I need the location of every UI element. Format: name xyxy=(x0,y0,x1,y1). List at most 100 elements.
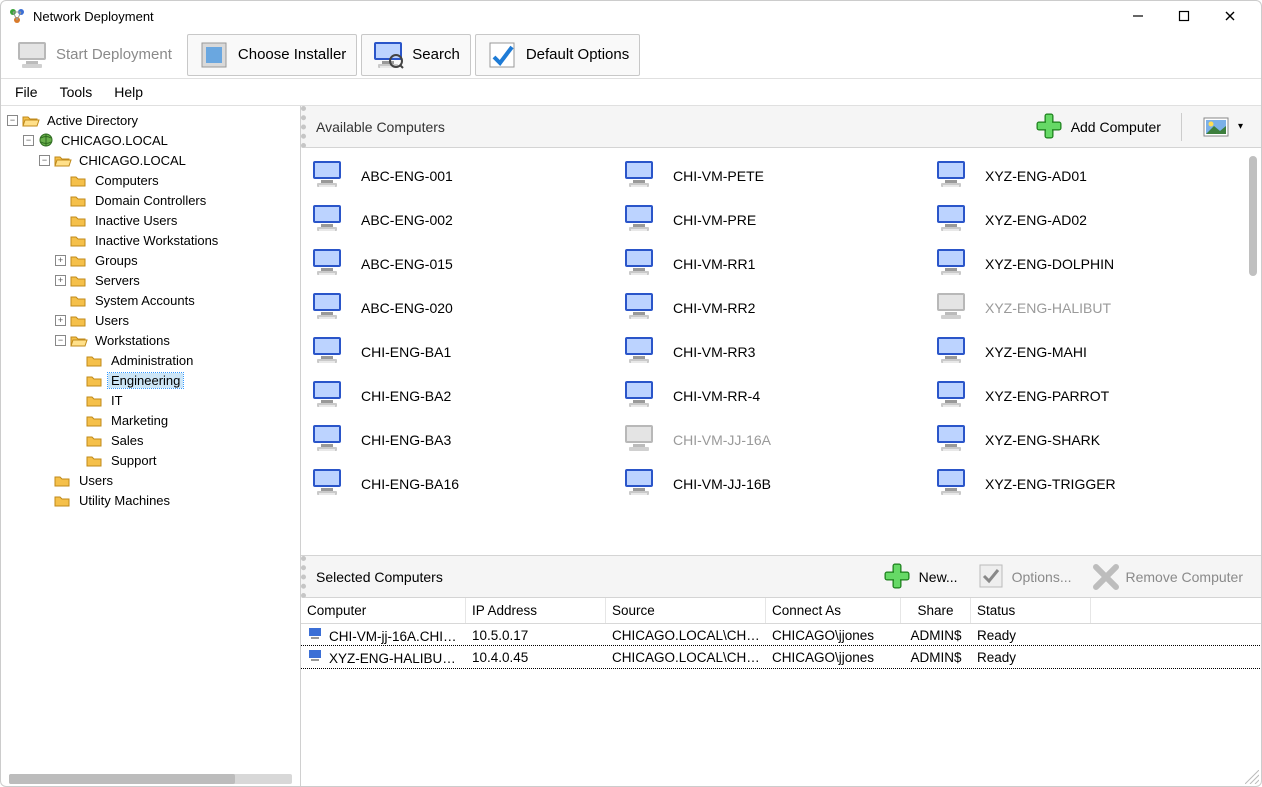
available-scrollbar[interactable] xyxy=(1245,148,1261,555)
computer-name: XYZ-ENG-HALIBUT xyxy=(985,300,1111,316)
tree-utility[interactable]: Utility Machines xyxy=(39,490,300,510)
remove-computer-button[interactable]: Remove Computer xyxy=(1084,559,1252,595)
collapse-icon[interactable]: − xyxy=(55,335,66,346)
tree-workstations[interactable]: −Workstations xyxy=(55,330,300,350)
tree-inactive-ws[interactable]: Inactive Workstations xyxy=(55,230,300,250)
table-row[interactable]: CHI-VM-jj-16A.CHIC...10.5.0.17CHICAGO.LO… xyxy=(301,624,1261,646)
tree-sub-domain[interactable]: − CHICAGO.LOCAL xyxy=(39,150,300,170)
tree-ws-support[interactable]: Support xyxy=(71,450,300,470)
tree-ws-marketing[interactable]: Marketing xyxy=(71,410,300,430)
computer-icon xyxy=(935,378,975,414)
computer-item[interactable]: CHI-VM-PETE xyxy=(617,154,929,198)
tree-servers[interactable]: +Servers xyxy=(55,270,300,290)
computer-item[interactable]: XYZ-ENG-DOLPHIN xyxy=(929,242,1241,286)
tree-domain[interactable]: − CHICAGO.LOCAL xyxy=(23,130,300,150)
tree-sys-accounts[interactable]: System Accounts xyxy=(55,290,300,310)
choose-installer-button[interactable]: Choose Installer xyxy=(187,34,357,76)
computer-icon xyxy=(935,422,975,458)
tree-ws-it[interactable]: IT xyxy=(71,390,300,410)
computer-item[interactable]: CHI-ENG-BA2 xyxy=(305,374,617,418)
tree-users-2[interactable]: Users xyxy=(39,470,300,490)
computer-item[interactable]: CHI-VM-RR3 xyxy=(617,330,929,374)
expand-icon[interactable]: + xyxy=(55,315,66,326)
menubar: File Tools Help xyxy=(1,79,1261,105)
x-icon xyxy=(1092,563,1120,591)
tree-scrollbar[interactable] xyxy=(9,774,292,784)
titlebar: Network Deployment xyxy=(1,1,1261,31)
new-computer-button[interactable]: New... xyxy=(875,558,966,596)
computer-item[interactable]: CHI-ENG-BA1 xyxy=(305,330,617,374)
tree-ws-sales[interactable]: Sales xyxy=(71,430,300,450)
search-button[interactable]: Search xyxy=(361,34,471,76)
computer-item[interactable]: XYZ-ENG-AD01 xyxy=(929,154,1241,198)
folder-open-icon xyxy=(70,333,88,347)
computer-item[interactable]: CHI-ENG-BA3 xyxy=(305,418,617,462)
menu-file[interactable]: File xyxy=(15,84,38,100)
tree-ws-admin[interactable]: Administration xyxy=(71,350,300,370)
th-ip[interactable]: IP Address xyxy=(466,598,606,623)
computer-item[interactable]: CHI-VM-PRE xyxy=(617,198,929,242)
computer-item[interactable]: ABC-ENG-002 xyxy=(305,198,617,242)
tree-dc[interactable]: Domain Controllers xyxy=(55,190,300,210)
collapse-icon[interactable]: − xyxy=(23,135,34,146)
computer-name: CHI-VM-RR1 xyxy=(673,256,755,272)
globe-icon xyxy=(38,132,54,148)
computer-item[interactable]: XYZ-ENG-SHARK xyxy=(929,418,1241,462)
tree-ws-eng[interactable]: Engineering xyxy=(71,370,300,390)
tree-computers[interactable]: Computers xyxy=(55,170,300,190)
th-status[interactable]: Status xyxy=(971,598,1091,623)
computer-item[interactable]: XYZ-ENG-TRIGGER xyxy=(929,462,1241,506)
collapse-icon[interactable]: − xyxy=(39,155,50,166)
cell-ip: 10.4.0.45 xyxy=(466,650,606,665)
computer-name: CHI-ENG-BA3 xyxy=(361,432,451,448)
computer-item[interactable]: ABC-ENG-020 xyxy=(305,286,617,330)
available-computers-list[interactable]: ABC-ENG-001ABC-ENG-002ABC-ENG-015ABC-ENG… xyxy=(301,148,1245,555)
collapse-icon[interactable]: − xyxy=(7,115,18,126)
tree-users[interactable]: +Users xyxy=(55,310,300,330)
computer-item[interactable]: XYZ-ENG-PARROT xyxy=(929,374,1241,418)
resize-grip[interactable] xyxy=(1245,770,1259,784)
tree-inactive-users[interactable]: Inactive Users xyxy=(55,210,300,230)
th-connect[interactable]: Connect As xyxy=(766,598,901,623)
cell-source: CHICAGO.LOCAL\CHIC... xyxy=(606,650,766,665)
search-label: Search xyxy=(412,46,460,63)
view-mode-button[interactable]: ▾ xyxy=(1194,110,1251,144)
start-deployment-button[interactable]: Start Deployment xyxy=(5,34,183,76)
minimize-button[interactable] xyxy=(1115,2,1161,30)
selected-table[interactable]: Computer IP Address Source Connect As Sh… xyxy=(301,598,1261,786)
table-row[interactable]: XYZ-ENG-HALIBUT...10.4.0.45CHICAGO.LOCAL… xyxy=(301,646,1261,668)
menu-help[interactable]: Help xyxy=(114,84,143,100)
tree-groups[interactable]: +Groups xyxy=(55,250,300,270)
computer-icon xyxy=(935,158,975,194)
computer-item[interactable]: CHI-VM-JJ-16B xyxy=(617,462,929,506)
maximize-button[interactable] xyxy=(1161,2,1207,30)
expand-icon[interactable]: + xyxy=(55,275,66,286)
computer-item[interactable]: CHI-VM-JJ-16A xyxy=(617,418,929,462)
computer-item[interactable]: ABC-ENG-015 xyxy=(305,242,617,286)
computer-item[interactable]: CHI-ENG-BA16 xyxy=(305,462,617,506)
tree-root[interactable]: − Active Directory xyxy=(7,110,300,130)
menu-tools[interactable]: Tools xyxy=(60,84,93,100)
plus-icon xyxy=(1035,112,1065,142)
computer-item[interactable]: CHI-VM-RR2 xyxy=(617,286,929,330)
computer-item[interactable]: CHI-VM-RR-4 xyxy=(617,374,929,418)
computer-name: CHI-VM-RR3 xyxy=(673,344,755,360)
computer-item[interactable]: XYZ-ENG-AD02 xyxy=(929,198,1241,242)
computer-item[interactable]: XYZ-ENG-MAHI xyxy=(929,330,1241,374)
options-button[interactable]: Options... xyxy=(970,559,1080,595)
expand-icon[interactable]: + xyxy=(55,255,66,266)
add-computer-button[interactable]: Add Computer xyxy=(1027,108,1169,146)
th-share[interactable]: Share xyxy=(901,598,971,623)
tree-pane[interactable]: − Active Directory − CHICAGO.LOCAL xyxy=(1,106,301,786)
th-computer[interactable]: Computer xyxy=(301,598,466,623)
th-source[interactable]: Source xyxy=(606,598,766,623)
computer-item[interactable]: XYZ-ENG-HALIBUT xyxy=(929,286,1241,330)
default-options-button[interactable]: Default Options xyxy=(475,34,640,76)
computer-item[interactable]: CHI-VM-RR1 xyxy=(617,242,929,286)
folder-icon xyxy=(86,413,104,427)
computer-icon xyxy=(623,246,663,282)
computer-item[interactable]: ABC-ENG-001 xyxy=(305,154,617,198)
close-button[interactable] xyxy=(1207,2,1253,30)
computer-name: CHI-VM-RR-4 xyxy=(673,388,760,404)
folder-icon xyxy=(70,273,88,287)
